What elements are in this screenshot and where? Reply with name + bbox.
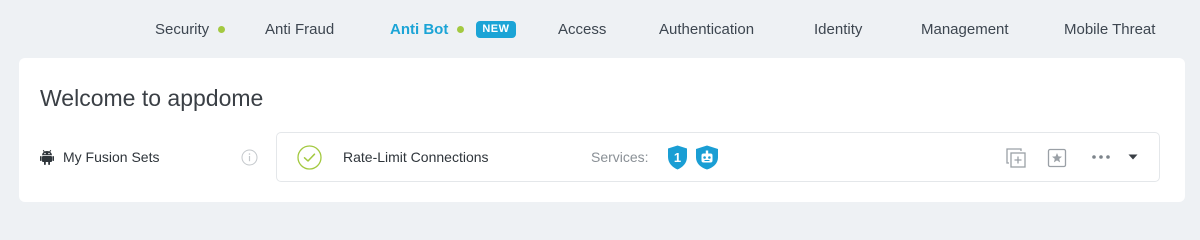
shield-number: 1 [674, 150, 681, 165]
services-label: Services: [591, 149, 649, 165]
expand-caret-icon[interactable] [1127, 152, 1139, 162]
nav-item-mobile-threat[interactable]: Mobile Threat [1064, 19, 1155, 39]
nav-item-label: Identity [814, 20, 863, 38]
nav-item-access[interactable]: Access [558, 19, 606, 39]
page-title: Welcome to appdome [40, 85, 264, 111]
nav-item-anti-fraud[interactable]: Anti Fraud [265, 19, 334, 39]
info-icon[interactable] [241, 149, 258, 166]
favorite-star-icon[interactable] [1047, 148, 1067, 168]
shield-number-icon: 1 [668, 145, 687, 170]
new-badge: NEW [476, 20, 516, 38]
status-dot [457, 25, 465, 33]
status-dot [218, 25, 226, 33]
nav-item-label: Access [558, 20, 607, 38]
duplicate-icon[interactable] [1005, 147, 1027, 169]
main-card: Welcome to appdome My Fusion Sets Rate-L… [19, 58, 1185, 202]
nav-item-label: Anti Bot [390, 20, 449, 38]
fusion-sets-header: My Fusion Sets [40, 148, 159, 166]
nav-item-identity[interactable]: Identity [814, 19, 862, 39]
nav-item-label: Security [155, 20, 210, 38]
nav-item-label: Management [921, 20, 1009, 38]
nav-item-anti-bot[interactable]: Anti Bot NEW [390, 19, 516, 39]
fusion-set-row[interactable]: Rate-Limit Connections Services: 1 [276, 132, 1160, 182]
check-circle-icon [297, 145, 322, 170]
nav-item-management[interactable]: Management [921, 19, 1009, 39]
fusion-sets-label: My Fusion Sets [63, 149, 160, 165]
bot-shield-icon [696, 145, 718, 170]
nav-item-security[interactable]: Security [155, 19, 226, 39]
nav-item-label: Authentication [659, 20, 755, 38]
product-nav: Security Anti Fraud Anti Bot NEW Access … [0, 0, 1200, 58]
more-options-icon[interactable] [1091, 150, 1111, 164]
fusion-set-name[interactable]: Rate-Limit Connections [343, 149, 489, 165]
nav-item-label: Anti Fraud [265, 20, 335, 38]
android-icon [40, 149, 54, 165]
nav-item-label: Mobile Threat [1064, 20, 1156, 38]
nav-item-authentication[interactable]: Authentication [659, 19, 754, 39]
